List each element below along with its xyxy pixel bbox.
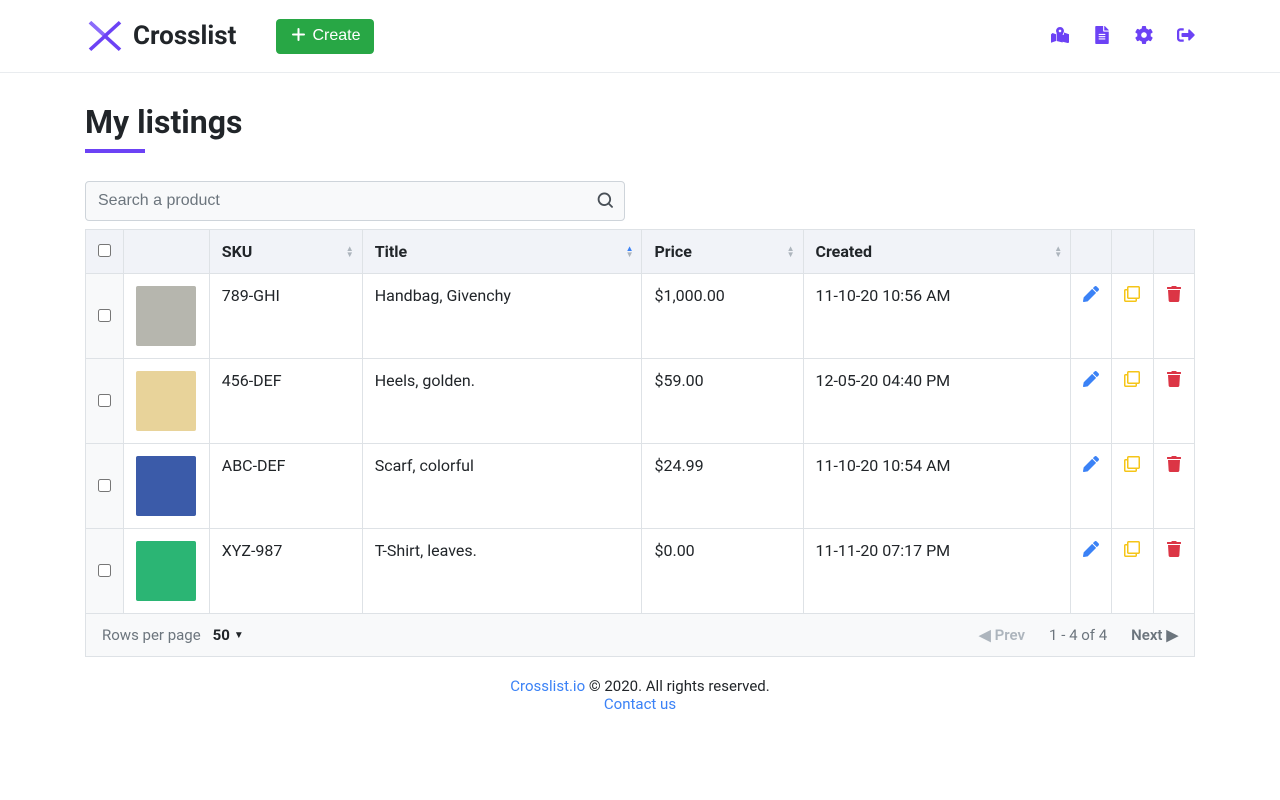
edit-button[interactable] (1083, 456, 1099, 472)
sort-icon: ▲▼ (1054, 246, 1062, 258)
col-image (124, 230, 210, 274)
create-label: Create (312, 27, 360, 45)
cell-price: $59.00 (642, 359, 803, 444)
sort-icon: ▲▼ (346, 246, 354, 258)
brand-mark-icon (85, 16, 125, 56)
duplicate-button[interactable] (1124, 541, 1140, 557)
page-range: 1 - 4 of 4 (1049, 626, 1107, 644)
search-icon (597, 193, 613, 209)
edit-button[interactable] (1083, 371, 1099, 387)
table-row: ABC-DEF Scarf, colorful $24.99 11-10-20 … (86, 444, 1195, 529)
cell-created: 11-10-20 10:54 AM (803, 444, 1071, 529)
row-checkbox[interactable] (98, 479, 111, 492)
file-icon[interactable] (1093, 26, 1111, 47)
row-checkbox[interactable] (98, 309, 111, 322)
cell-created: 11-10-20 10:56 AM (803, 274, 1071, 359)
product-thumbnail[interactable] (136, 371, 196, 431)
footer-contact-link[interactable]: Contact us (604, 695, 676, 713)
col-delete (1153, 230, 1194, 274)
search-button[interactable] (597, 192, 613, 211)
duplicate-button[interactable] (1124, 286, 1140, 302)
gear-icon[interactable] (1135, 26, 1153, 47)
footer-site-link[interactable]: Crosslist.io (510, 677, 585, 695)
duplicate-button[interactable] (1124, 371, 1140, 387)
product-thumbnail[interactable] (136, 541, 196, 601)
page-title: My listings (85, 103, 1195, 141)
product-thumbnail[interactable] (136, 286, 196, 346)
cell-title: Heels, golden. (362, 359, 642, 444)
chevron-down-icon: ▼ (234, 630, 244, 641)
prev-button[interactable]: ◀ Prev (979, 626, 1025, 644)
col-edit (1071, 230, 1112, 274)
col-sku[interactable]: SKU▲▼ (209, 230, 362, 274)
cell-price: $0.00 (642, 529, 803, 614)
brand-name: Crosslist (133, 21, 236, 51)
search-input[interactable] (85, 181, 625, 221)
sort-icon: ▲▼ (626, 246, 634, 258)
rows-per-page-select[interactable]: 50 ▼ (213, 626, 244, 644)
cell-sku: 456-DEF (209, 359, 362, 444)
caret-right-icon: ▶ (1166, 626, 1178, 644)
cell-price: $24.99 (642, 444, 803, 529)
cell-sku: 789-GHI (209, 274, 362, 359)
delete-button[interactable] (1166, 541, 1182, 557)
table-row: 456-DEF Heels, golden. $59.00 12-05-20 0… (86, 359, 1195, 444)
col-price[interactable]: Price▲▼ (642, 230, 803, 274)
table-row: 789-GHI Handbag, Givenchy $1,000.00 11-1… (86, 274, 1195, 359)
col-created[interactable]: Created▲▼ (803, 230, 1071, 274)
col-title[interactable]: Title▲▼ (362, 230, 642, 274)
listings-table: SKU▲▼ Title▲▼ Price▲▼ Created▲▼ 789-GHI … (85, 229, 1195, 614)
product-thumbnail[interactable] (136, 456, 196, 516)
edit-button[interactable] (1083, 541, 1099, 557)
sort-icon: ▲▼ (787, 246, 795, 258)
cell-title: T-Shirt, leaves. (362, 529, 642, 614)
cell-price: $1,000.00 (642, 274, 803, 359)
row-checkbox[interactable] (98, 394, 111, 407)
rows-per-page-label: Rows per page (102, 626, 201, 644)
brand-logo[interactable]: Crosslist (85, 16, 236, 56)
cell-title: Scarf, colorful (362, 444, 642, 529)
plus-icon (290, 27, 306, 46)
caret-left-icon: ◀ (979, 626, 991, 644)
select-all-checkbox[interactable] (98, 244, 111, 257)
duplicate-button[interactable] (1124, 456, 1140, 472)
col-copy (1112, 230, 1153, 274)
cell-title: Handbag, Givenchy (362, 274, 642, 359)
title-underline (85, 149, 145, 153)
delete-button[interactable] (1166, 371, 1182, 387)
cell-created: 12-05-20 04:40 PM (803, 359, 1071, 444)
table-row: XYZ-987 T-Shirt, leaves. $0.00 11-11-20 … (86, 529, 1195, 614)
delete-button[interactable] (1166, 456, 1182, 472)
footer-copyright: © 2020. All rights reserved. (585, 677, 770, 695)
map-icon[interactable] (1051, 26, 1069, 47)
sign-out-icon[interactable] (1177, 26, 1195, 47)
cell-sku: ABC-DEF (209, 444, 362, 529)
next-button[interactable]: Next ▶ (1131, 626, 1178, 644)
edit-button[interactable] (1083, 286, 1099, 302)
create-button[interactable]: Create (276, 19, 374, 54)
cell-created: 11-11-20 07:17 PM (803, 529, 1071, 614)
cell-sku: XYZ-987 (209, 529, 362, 614)
row-checkbox[interactable] (98, 564, 111, 577)
delete-button[interactable] (1166, 286, 1182, 302)
